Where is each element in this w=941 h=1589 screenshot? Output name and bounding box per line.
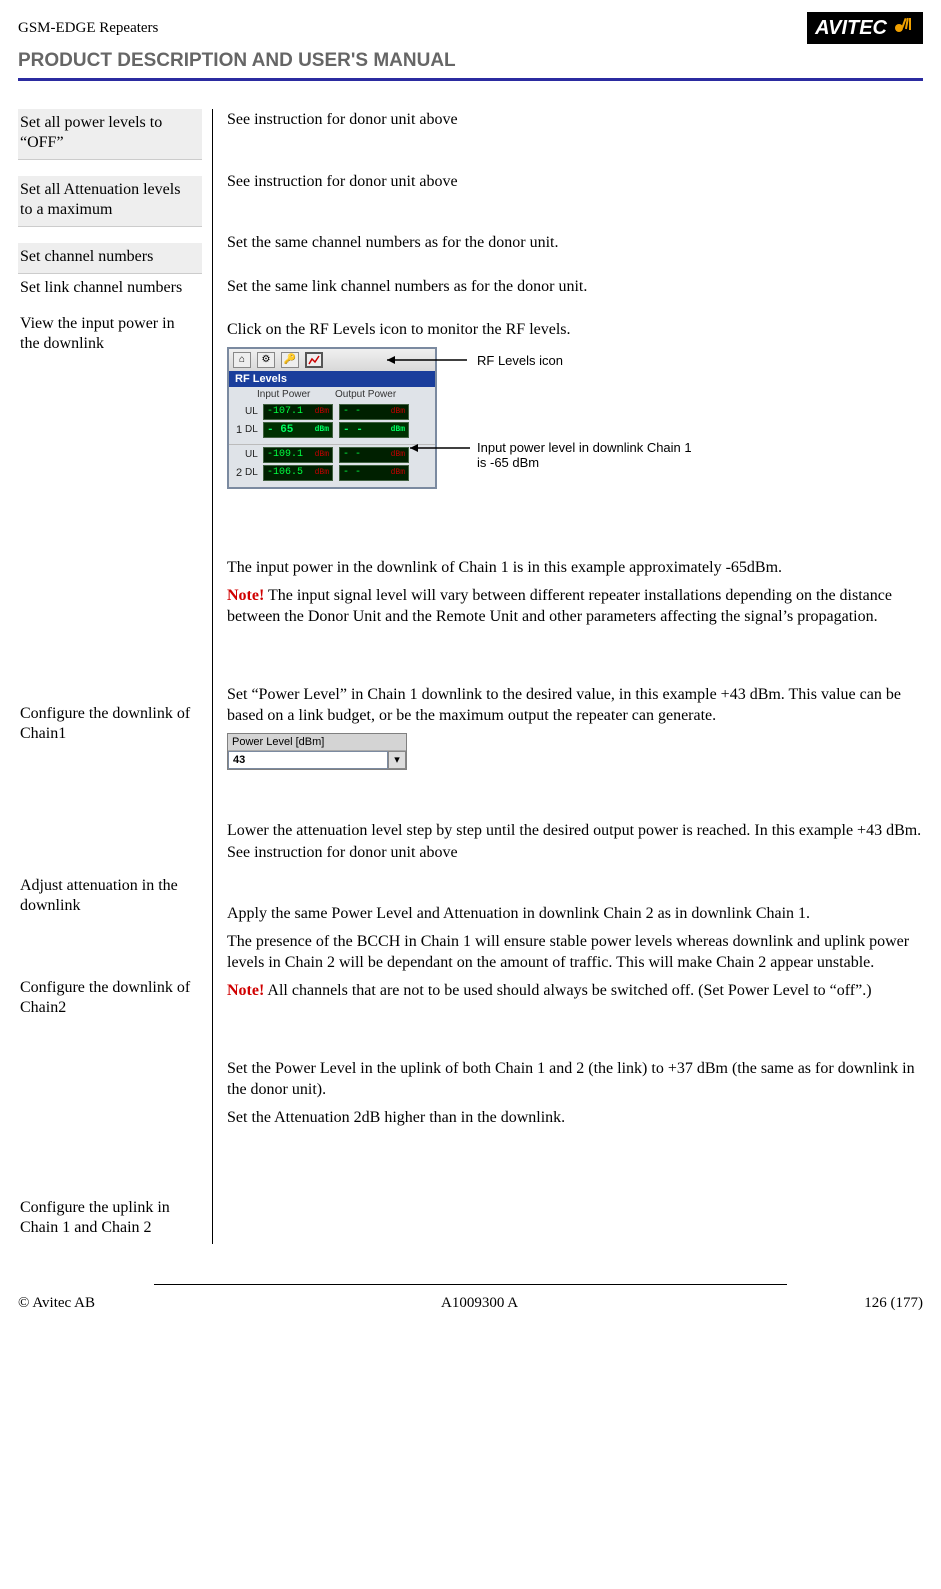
brand-text: AVITEC [815,17,887,40]
text-set-link-channel-numbers: Set the same link channel numbers as for… [227,276,923,298]
text-set-channel-numbers: Set the same channel numbers as for the … [227,232,923,254]
step-view-input-power: View the input power in the downlink [18,310,202,360]
rf-chain-1-number: 1 [233,424,245,436]
rf-toolbar: ⌂ ⚙ 🔑 [229,349,435,371]
step-configure-ul-chain1-2: Configure the uplink in Chain 1 and Chai… [18,1194,202,1244]
rf-col-input: Input Power [257,389,335,400]
text-configure-dl-chain2-p2: The presence of the BCCH in Chain 1 will… [227,931,923,974]
toolbar-home-icon[interactable]: ⌂ [233,352,251,368]
column-divider [212,109,213,1244]
rf-ch2-dl-input: -106.5dBm [263,465,333,481]
rf-window-title: RF Levels [229,371,435,387]
text-configure-dl-chain2-note: Note! All channels that are not to be us… [227,980,923,1002]
text-configure-ul-p2: Set the Attenuation 2dB higher than in t… [227,1107,923,1129]
power-level-dropdown: Power Level [dBm] 43 ▾ [227,733,407,770]
step-adjust-attenuation-dl: Adjust attenuation in the downlink [18,872,202,922]
text-configure-dl-chain1: Set “Power Level” in Chain 1 downlink to… [227,684,923,727]
power-level-value[interactable]: 43 [228,751,388,769]
text-set-power-off: See instruction for donor unit above [227,109,923,131]
product-line: GSM-EDGE Repeaters [18,20,158,37]
step-configure-dl-chain2: Configure the downlink of Chain2 [18,974,202,1024]
rf-ul-label: UL [245,406,263,417]
brand-logo: AVITEC [807,12,923,44]
toolbar-settings-icon[interactable]: ⚙ [257,352,275,368]
rf-ul-label-2: UL [245,449,263,460]
chevron-down-icon: ▾ [394,753,400,766]
footer-rule [154,1284,788,1285]
text-input-power-example: The input power in the downlink of Chain… [227,557,923,579]
step-configure-dl-chain1: Configure the downlink of Chain1 [18,700,202,750]
rf-ch1-ul-output: - -dBm [339,404,409,420]
rf-dl-label-2: DL [245,467,263,478]
rf-col-output: Output Power [335,389,396,400]
annotation-rf-icon: RF Levels icon [477,353,697,368]
footer-page: 126 (177) [864,1295,923,1312]
note-label: Note! [227,587,264,604]
power-level-title: Power Level [dBm] [228,734,406,751]
step-set-channel-numbers: Set channel numbers [18,243,202,274]
rf-ch2-ul-input: -109.1dBm [263,447,333,463]
text-view-input-intro: Click on the RF Levels icon to monitor t… [227,319,923,341]
text-configure-ul-p1: Set the Power Level in the uplink of bot… [227,1058,923,1101]
rf-ch2-ul-output: - -dBm [339,447,409,463]
footer-docnum: A1009300 A [441,1295,518,1312]
text-set-attenuation-max: See instruction for donor unit above [227,171,923,193]
step-set-link-channel-numbers: Set link channel numbers [18,274,202,304]
text-adjust-attenuation: Lower the attenuation level step by step… [227,820,923,863]
rf-ch2-dl-output: - -dBm [339,465,409,481]
rf-ch1-dl-input: - 65dBm [263,422,333,438]
brand-sun-icon [893,16,915,40]
rf-levels-icon[interactable] [305,352,323,368]
rf-dl-label: DL [245,424,263,435]
rf-ch1-ul-input: -107.1dBm [263,404,333,420]
rf-levels-window: ⌂ ⚙ 🔑 RF Levels Input Power Output Power [227,347,437,489]
power-level-dropdown-button[interactable]: ▾ [388,751,406,769]
step-set-attenuation-max: Set all Attenuation levels to a maximum [18,176,202,227]
step-set-power-off: Set all power levels to “OFF” [18,109,202,160]
rf-chain-2-number: 2 [233,467,245,479]
toolbar-key-icon[interactable]: 🔑 [281,352,299,368]
text-configure-dl-chain2-p1: Apply the same Power Level and Attenuati… [227,903,923,925]
rf-ch1-dl-output: - -dBm [339,422,409,438]
rf-column-headers: Input Power Output Power [229,387,435,402]
annotation-dl-power: Input power level in downlink Chain 1 is… [477,440,697,470]
manual-title: PRODUCT DESCRIPTION AND USER'S MANUAL [18,50,923,72]
footer-copyright: © Avitec AB [18,1295,95,1312]
header-rule [18,78,923,81]
text-input-power-note: Note! The input signal level will vary b… [227,585,923,628]
note-label-2: Note! [227,982,264,999]
